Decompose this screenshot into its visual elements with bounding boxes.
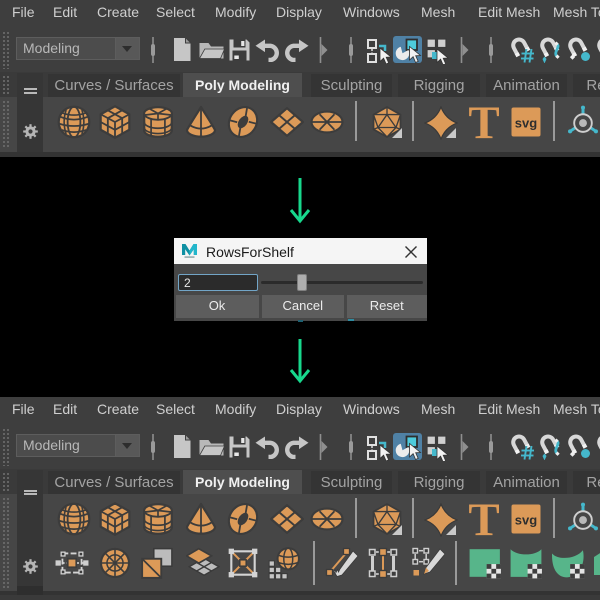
svg-text:svg: svg <box>514 116 536 131</box>
svg-text:svg: svg <box>514 513 536 528</box>
svg-text:T: T <box>469 501 499 539</box>
svg-text:T: T <box>469 104 499 142</box>
